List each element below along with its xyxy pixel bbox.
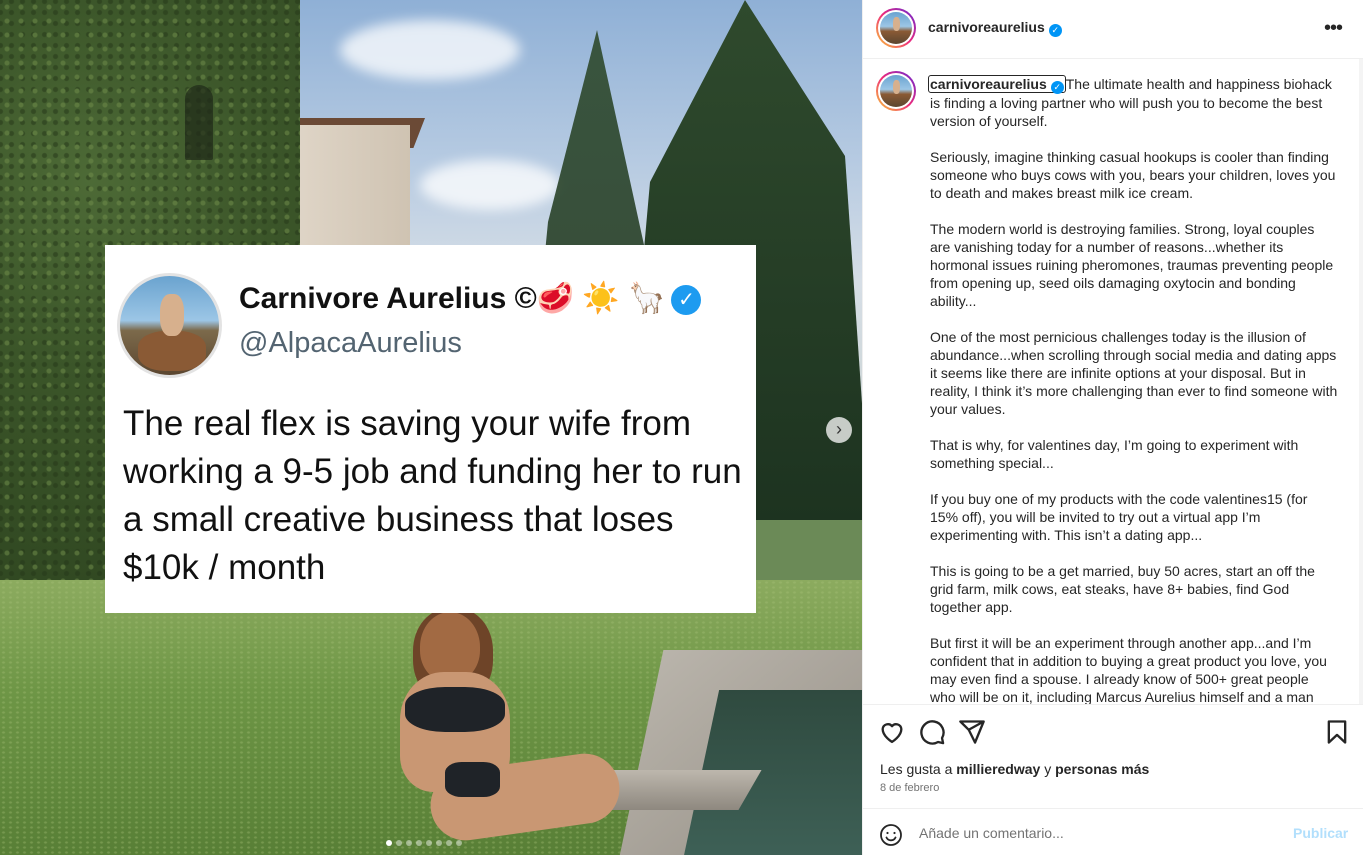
liker-username[interactable]: millieredway [956, 761, 1040, 777]
post-date[interactable]: 8 de febrero [880, 782, 939, 794]
tweet-handle: @AlpacaAurelius [239, 327, 462, 359]
caption-paragraph: This is going to be a get married, buy 5… [930, 563, 1319, 615]
header-username[interactable]: carnivoreaurelius ✓ [928, 19, 1062, 37]
caption-paragraph: That is why, for valentines day, I’m goi… [930, 437, 1303, 471]
tweet-text: The real flex is saving your wife from w… [123, 404, 742, 587]
carousel-dot [396, 840, 402, 846]
publish-button[interactable]: Publicar [1293, 825, 1348, 841]
caption-paragraph: Seriously, imagine thinking casual hooku… [930, 149, 1340, 201]
caption-paragraph: The modern world is destroying families.… [930, 221, 1338, 309]
tweet-author-name: Carnivore Aurelius ©🥩 ☀️ 🦙 ✓ [239, 281, 702, 316]
photo-window [185, 85, 213, 160]
post-side-panel: carnivoreaurelius ✓ ••• carnivoreaurelius… [862, 0, 1364, 855]
carousel-dot [416, 840, 422, 846]
post-media[interactable]: Carnivore Aurelius ©🥩 ☀️ 🦙 ✓ @AlpacaAurel… [0, 0, 862, 855]
heart-icon[interactable] [878, 718, 906, 746]
tweet-avatar [117, 273, 222, 378]
caption-username[interactable]: carnivoreaurelius ✓ [928, 75, 1066, 94]
send-icon[interactable] [958, 718, 986, 746]
carousel-dot [386, 840, 392, 846]
likes-summary: Les gusta a millieredway y personas más [880, 761, 1150, 777]
verified-icon: ✓ [1050, 81, 1064, 94]
post-header: carnivoreaurelius ✓ ••• [863, 0, 1363, 59]
other-likers-link[interactable]: personas más [1055, 761, 1149, 777]
caption-area[interactable]: carnivoreaurelius ✓ The ultimate health an… [863, 59, 1363, 704]
caption-paragraph: One of the most pernicious challenges to… [930, 329, 1342, 417]
caption-scrollbar[interactable] [1359, 59, 1363, 704]
more-horizontal-icon[interactable]: ••• [1324, 17, 1343, 40]
avatar[interactable] [876, 8, 916, 48]
carousel-dot [446, 840, 452, 846]
photo-cloud [340, 20, 520, 80]
carousel-dot [436, 840, 442, 846]
tweet-card: Carnivore Aurelius ©🥩 ☀️ 🦙 ✓ @AlpacaAurel… [105, 245, 756, 613]
comment-input[interactable] [919, 820, 1279, 846]
comment-bar: Publicar [863, 808, 1363, 855]
carousel-dot [426, 840, 432, 846]
avatar[interactable] [876, 71, 916, 111]
emoji-icon[interactable] [879, 823, 903, 847]
caption-paragraph: If you buy one of my products with the c… [930, 491, 1312, 543]
carousel-dot [456, 840, 462, 846]
caption-paragraph: But first it will be an experiment throu… [930, 635, 1327, 704]
verified-icon: ✓ [671, 285, 702, 316]
chevron-right-icon[interactable]: › [826, 417, 852, 443]
photo-cloud [420, 160, 560, 210]
carousel-indicator [386, 840, 462, 846]
carousel-dot [406, 840, 412, 846]
caption-text: carnivoreaurelius ✓ The ultimate health an… [928, 75, 1342, 704]
bookmark-icon[interactable] [1323, 718, 1351, 746]
verified-icon: ✓ [1048, 24, 1062, 37]
comment-icon[interactable] [918, 718, 946, 746]
photo-person [375, 608, 625, 845]
post-actions: Les gusta a millieredway y personas más … [863, 704, 1363, 808]
